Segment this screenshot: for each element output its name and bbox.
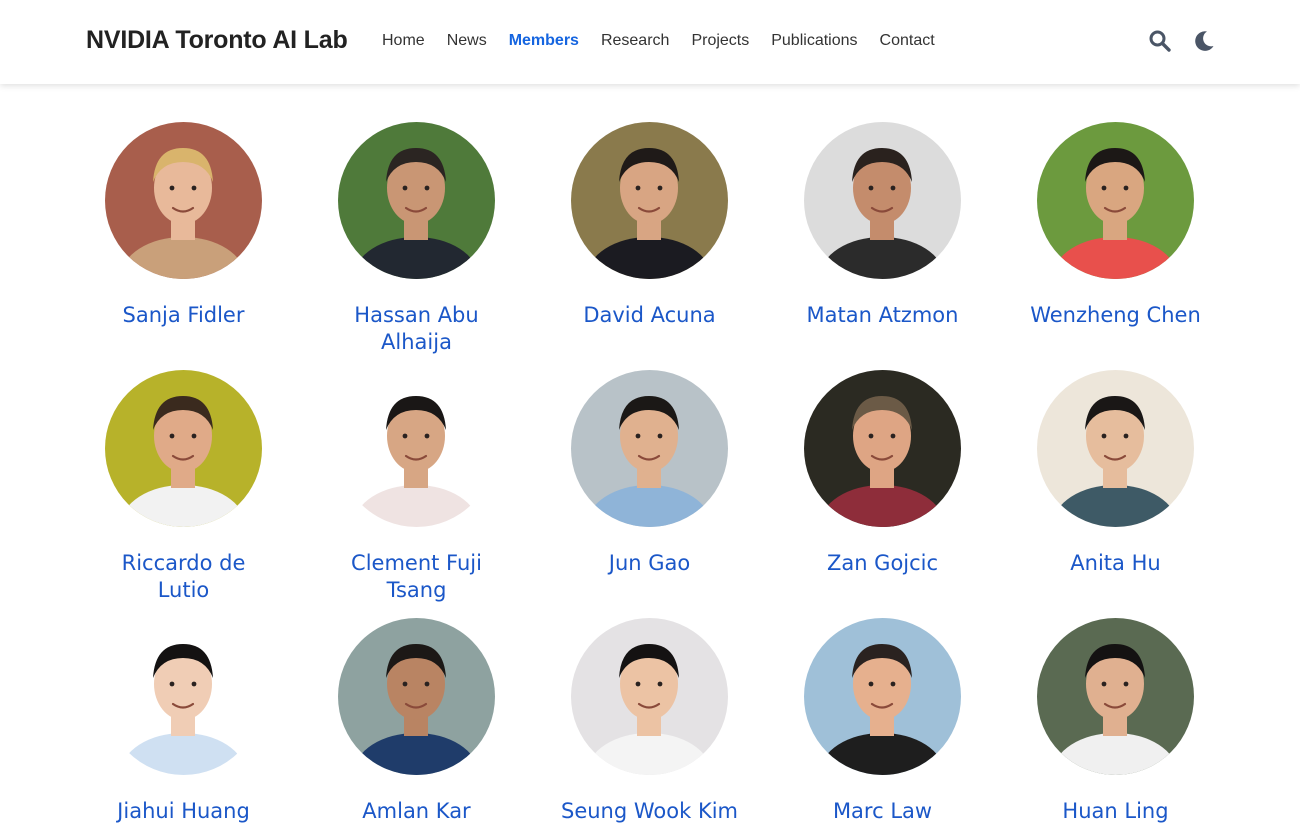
member-name[interactable]: Clement Fuji Tsang [300, 550, 533, 604]
site-title-link[interactable]: NVIDIA Toronto AI Lab [86, 26, 348, 55]
member-card[interactable]: Riccardo de Lutio [67, 370, 300, 604]
member-name[interactable]: Sanja Fidler [67, 302, 300, 329]
member-name[interactable]: Zan Gojcic [766, 550, 999, 577]
member-card[interactable]: Zan Gojcic [766, 370, 999, 577]
member-card[interactable]: Huan Ling [999, 618, 1232, 825]
nav-link-publications[interactable]: Publications [771, 32, 857, 50]
member-card[interactable]: Jun Gao [533, 370, 766, 577]
member-avatar[interactable] [804, 370, 961, 527]
top-navbar: NVIDIA Toronto AI Lab Home News Members Res… [0, 0, 1300, 84]
member-name[interactable]: Riccardo de Lutio [67, 550, 300, 604]
member-avatar[interactable] [1037, 122, 1194, 279]
member-card[interactable]: Matan Atzmon [766, 122, 999, 329]
member-avatar[interactable] [338, 618, 495, 775]
main-nav: Home News Members Research Projects Publicati… [382, 32, 957, 50]
nav-link-news[interactable]: News [447, 32, 487, 50]
member-card[interactable]: Hassan Abu Alhaija [300, 122, 533, 356]
member-avatar[interactable] [571, 122, 728, 279]
member-name[interactable]: Matan Atzmon [766, 302, 999, 329]
member-card[interactable]: Amlan Kar [300, 618, 533, 825]
member-avatar[interactable] [571, 618, 728, 775]
member-avatar[interactable] [571, 370, 728, 527]
nav-link-contact[interactable]: Contact [880, 32, 935, 50]
member-card[interactable]: Wenzheng Chen [999, 122, 1232, 329]
member-card[interactable]: Seung Wook Kim [533, 618, 766, 825]
nav-link-members[interactable]: Members [509, 32, 579, 50]
member-name[interactable]: Huan Ling [999, 798, 1232, 825]
member-name[interactable]: David Acuna [533, 302, 766, 329]
moon-icon[interactable] [1192, 29, 1216, 53]
member-name[interactable]: Wenzheng Chen [999, 302, 1232, 329]
member-name[interactable]: Seung Wook Kim [533, 798, 766, 825]
member-card[interactable]: Anita Hu [999, 370, 1232, 577]
member-name[interactable]: Amlan Kar [300, 798, 533, 825]
member-avatar[interactable] [1037, 370, 1194, 527]
search-icon[interactable] [1148, 29, 1172, 53]
member-name[interactable]: Hassan Abu Alhaija [300, 302, 533, 356]
member-name[interactable]: Marc Law [766, 798, 999, 825]
member-avatar[interactable] [105, 370, 262, 527]
member-avatar[interactable] [105, 122, 262, 279]
member-name[interactable]: Anita Hu [999, 550, 1232, 577]
member-card[interactable]: David Acuna [533, 122, 766, 329]
member-avatar[interactable] [804, 122, 961, 279]
member-avatar[interactable] [105, 618, 262, 775]
member-avatar[interactable] [1037, 618, 1194, 775]
member-card[interactable]: Marc Law [766, 618, 999, 825]
member-card[interactable]: Clement Fuji Tsang [300, 370, 533, 604]
member-avatar[interactable] [804, 618, 961, 775]
member-name[interactable]: Jun Gao [533, 550, 766, 577]
nav-link-research[interactable]: Research [601, 32, 669, 50]
nav-link-home[interactable]: Home [382, 32, 425, 50]
nav-link-projects[interactable]: Projects [691, 32, 749, 50]
member-avatar[interactable] [338, 122, 495, 279]
member-name[interactable]: Jiahui Huang [67, 798, 300, 825]
member-card[interactable]: Sanja Fidler [67, 122, 300, 329]
member-avatar[interactable] [338, 370, 495, 527]
member-card[interactable]: Jiahui Huang [67, 618, 300, 825]
